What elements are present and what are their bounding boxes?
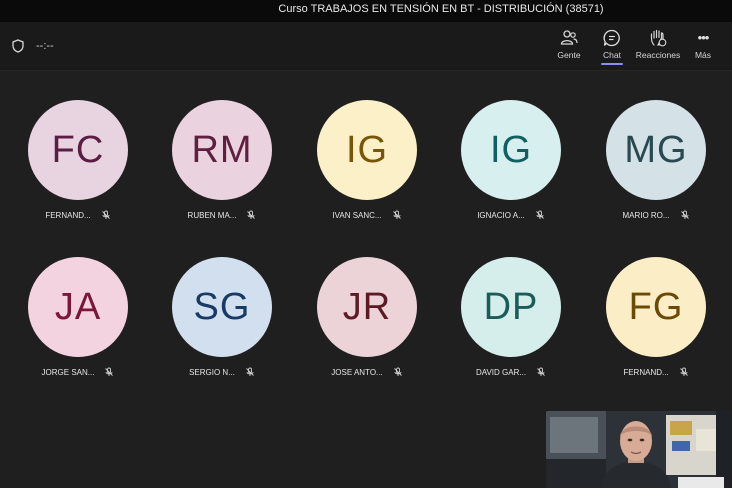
meeting-title: Curso TRABAJOS EN TENSIÓN EN BT - DISTRI…	[278, 3, 604, 15]
mic-off-icon	[105, 367, 114, 376]
participant-avatar: FG	[606, 257, 706, 357]
participant-name: MARIO RO...	[622, 211, 670, 220]
participant-avatar: IG	[461, 100, 561, 200]
chat-label: Chat	[597, 50, 627, 65]
mic-off-icon	[246, 367, 254, 376]
chat-icon	[603, 29, 620, 47]
meeting-toolbar: --:-- Gente Chat Reacciones ••• Más	[0, 22, 732, 71]
participant-name-row: FERNAND...	[591, 367, 721, 377]
participant-tile[interactable]: RM RUBEN MA...	[157, 100, 287, 240]
mic-off-icon	[680, 210, 689, 219]
more-label: Más	[694, 50, 712, 60]
participant-name-row: DAVID GAR...	[446, 367, 576, 377]
participant-tile[interactable]: FC FERNAND...	[13, 100, 143, 240]
participant-name: RUBEN MA...	[187, 211, 237, 220]
participant-avatar: IG	[317, 100, 417, 200]
camera-feed-image	[546, 411, 732, 488]
shield-icon[interactable]	[11, 39, 25, 53]
mic-off-icon	[247, 210, 256, 219]
participant-name: FERNAND...	[623, 368, 669, 377]
participant-name-row: IGNACIO A...	[446, 210, 576, 220]
mic-off-icon	[393, 367, 402, 376]
more-icon: •••	[697, 30, 710, 45]
participant-avatar: RM	[172, 100, 272, 200]
participant-name: JORGE SAN...	[41, 368, 95, 377]
participant-name: IVAN SANC...	[332, 211, 382, 220]
participant-avatar: DP	[461, 257, 561, 357]
participant-avatar: SG	[172, 257, 272, 357]
participant-name: JOSE ANTO...	[331, 368, 383, 377]
participant-name-row: FERNAND...	[13, 210, 143, 220]
more-button[interactable]: ••• Más	[690, 28, 716, 68]
participant-name: IGNACIO A...	[477, 211, 525, 220]
participant-avatar: JR	[317, 257, 417, 357]
meeting-timer: --:--	[36, 40, 54, 52]
participant-avatar: JA	[28, 257, 128, 357]
participant-name: SERGIO N...	[189, 368, 235, 377]
participant-tile[interactable]: DP DAVID GAR...	[446, 257, 576, 397]
participant-avatar: FC	[28, 100, 128, 200]
window-titlebar: Curso TRABAJOS EN TENSIÓN EN BT - DISTRI…	[0, 0, 732, 22]
participant-tile[interactable]: FG FERNAND...	[591, 257, 721, 397]
participant-name: DAVID GAR...	[475, 368, 527, 377]
mic-off-icon	[535, 210, 544, 219]
people-button[interactable]: Gente	[553, 28, 585, 68]
participant-tile[interactable]: MG MARIO RO...	[591, 100, 721, 240]
participant-name-row: JOSE ANTO...	[302, 367, 432, 377]
people-label: Gente	[557, 50, 581, 60]
participant-tile[interactable]: IG IGNACIO A...	[446, 100, 576, 240]
self-video-preview[interactable]	[546, 411, 732, 488]
mic-off-icon	[537, 367, 545, 376]
people-icon	[560, 30, 578, 45]
participant-tile[interactable]: IG IVAN SANC...	[302, 100, 432, 240]
participant-tile[interactable]: JR JOSE ANTO...	[302, 257, 432, 397]
participant-name-row: IVAN SANC...	[302, 210, 432, 220]
participant-name-row: MARIO RO...	[591, 210, 721, 220]
raise-hand-icon	[650, 29, 667, 47]
participant-name-row: JORGE SAN...	[13, 367, 143, 377]
mic-off-icon	[392, 210, 401, 219]
participant-name: FERNAND...	[45, 211, 91, 220]
reactions-button[interactable]: Reacciones	[634, 28, 682, 68]
mic-off-icon	[679, 367, 688, 376]
chat-button[interactable]: Chat	[597, 28, 627, 68]
reactions-label: Reacciones	[635, 50, 681, 60]
participant-avatar: MG	[606, 100, 706, 200]
participant-tile[interactable]: SG SERGIO N...	[157, 257, 287, 397]
participant-name-row: RUBEN MA...	[157, 210, 287, 220]
participant-name-row: SERGIO N...	[157, 367, 287, 377]
mic-off-icon	[101, 210, 110, 219]
participant-tile[interactable]: JA JORGE SAN...	[13, 257, 143, 397]
